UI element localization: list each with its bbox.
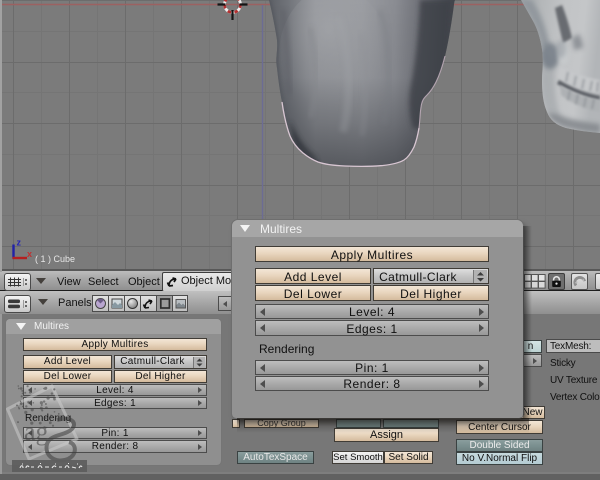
svg-text:z: z bbox=[17, 238, 22, 248]
svg-text:x: x bbox=[27, 249, 32, 259]
svg-text:ag: ag bbox=[24, 417, 49, 446]
